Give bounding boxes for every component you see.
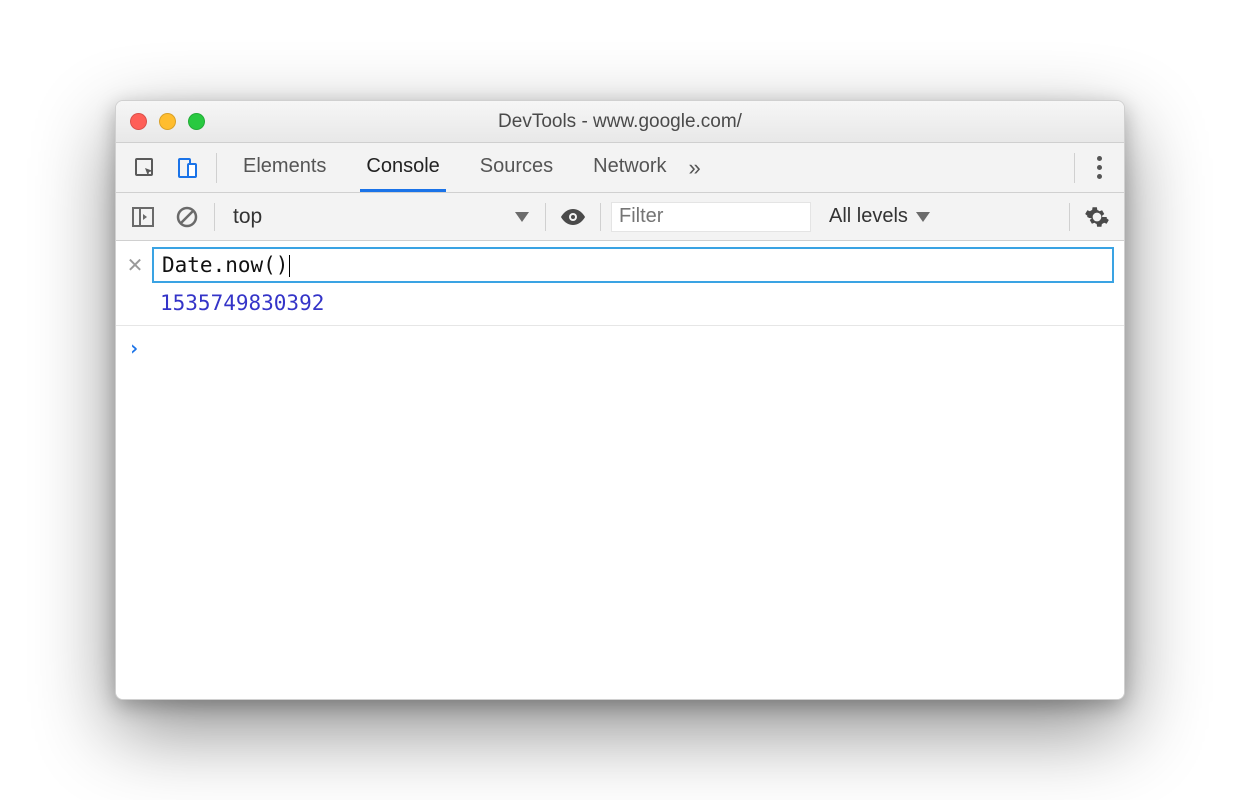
filter-input[interactable]	[611, 202, 811, 232]
tab-elements[interactable]: Elements	[237, 143, 332, 192]
tab-console[interactable]: Console	[360, 143, 445, 192]
close-window-button[interactable]	[130, 113, 147, 130]
live-expression-input[interactable]: Date.now()	[152, 247, 1114, 283]
chevron-down-icon	[916, 212, 930, 222]
tab-sources[interactable]: Sources	[474, 143, 559, 192]
inspect-icon[interactable]	[128, 151, 162, 185]
live-expression-result: 1535749830392	[160, 291, 1114, 315]
context-selector[interactable]: top	[225, 205, 535, 229]
zoom-window-button[interactable]	[188, 113, 205, 130]
window-title: DevTools - www.google.com/	[116, 111, 1124, 133]
live-expression-text: Date.now()	[162, 253, 288, 277]
tabs-overflow-button[interactable]: »	[681, 155, 709, 181]
chevron-down-icon	[515, 212, 529, 222]
clear-icon[interactable]	[170, 200, 204, 234]
kebab-icon[interactable]	[1087, 156, 1112, 179]
gear-icon[interactable]	[1080, 200, 1114, 234]
console-input[interactable]	[150, 336, 1112, 360]
main-tabs-toolbar: Elements Console Sources Network »	[116, 143, 1124, 193]
eye-icon[interactable]	[556, 200, 590, 234]
close-icon[interactable]: ✕	[126, 253, 144, 278]
toolbar-divider	[214, 203, 215, 231]
minimize-window-button[interactable]	[159, 113, 176, 130]
console-body: ✕ Date.now() 1535749830392 ›	[116, 241, 1124, 699]
toolbar-divider	[216, 153, 217, 183]
log-levels-selector[interactable]: All levels	[829, 205, 930, 228]
live-expression-entry: ✕ Date.now() 1535749830392	[116, 241, 1124, 326]
text-cursor	[289, 255, 290, 277]
tab-network[interactable]: Network	[587, 143, 672, 192]
context-label: top	[233, 205, 262, 229]
toolbar-divider	[1074, 153, 1075, 183]
sidebar-toggle-icon[interactable]	[126, 200, 160, 234]
titlebar: DevTools - www.google.com/	[116, 101, 1124, 143]
traffic-lights	[130, 113, 205, 130]
device-icon[interactable]	[170, 151, 204, 185]
toolbar-divider	[600, 203, 601, 231]
console-toolbar: top All levels	[116, 193, 1124, 241]
prompt-chevron-icon: ›	[128, 336, 140, 360]
levels-label: All levels	[829, 205, 908, 228]
toolbar-divider	[1069, 203, 1070, 231]
panel-tabs: Elements Console Sources Network	[237, 143, 673, 192]
console-prompt-row: ›	[116, 326, 1124, 370]
devtools-window: DevTools - www.google.com/ Elements Cons…	[115, 100, 1125, 700]
toolbar-divider	[545, 203, 546, 231]
